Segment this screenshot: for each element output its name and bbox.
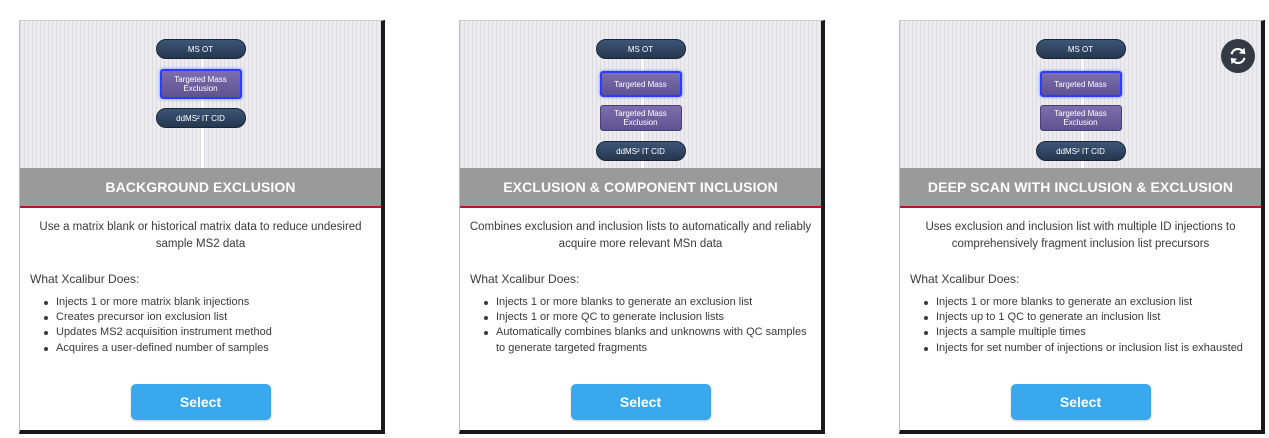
what-xcalibur-does-heading: What Xcalibur Does: [30, 272, 140, 286]
feature-list: Injects 1 or more blanks to generate an … [482, 295, 807, 356]
node-targeted-mass: Targeted Mass [599, 71, 682, 97]
feature-list: Injects 1 or more matrix blank injection… [42, 295, 367, 356]
select-button[interactable]: Select [1010, 384, 1151, 420]
node-ddms2-it-cid: ddMS² IT CID [1035, 141, 1126, 161]
what-xcalibur-does-heading: What Xcalibur Does: [470, 272, 580, 286]
list-item: Injects for set number of injections or … [922, 341, 1247, 356]
workflow-card-background-exclusion: MS OT Targeted Mass Exclusion ddMS² IT C… [19, 20, 385, 434]
card-title: EXCLUSION & COMPONENT INCLUSION [460, 168, 821, 208]
list-item: Automatically combines blanks and unknow… [482, 325, 807, 355]
refresh-icon [1230, 47, 1246, 65]
list-item: Acquires a user-defined number of sample… [42, 341, 367, 356]
list-item: Injects 1 or more blanks to generate an … [922, 295, 1247, 310]
card-title: BACKGROUND EXCLUSION [20, 168, 381, 208]
list-item: Injects a sample multiple times [922, 325, 1247, 340]
node-targeted-mass-exclusion: Targeted Mass Exclusion [1039, 105, 1122, 131]
node-ms-ot: MS OT [1035, 39, 1126, 59]
list-item: Creates precursor ion exclusion list [42, 310, 367, 325]
list-item: Injects 1 or more QC to generate inclusi… [482, 310, 807, 325]
card-description: Uses exclusion and inclusion list with m… [925, 221, 1236, 250]
select-button[interactable]: Select [570, 384, 711, 420]
refresh-button[interactable] [1221, 39, 1255, 73]
list-item: Updates MS2 acquisition instrument metho… [42, 325, 367, 340]
list-item: Injects 1 or more blanks to generate an … [482, 295, 807, 310]
node-ms-ot: MS OT [595, 39, 686, 59]
method-diagram: MS OT Targeted Mass Exclusion ddMS² IT C… [20, 21, 381, 169]
card-title: DEEP SCAN WITH INCLUSION & EXCLUSION [900, 168, 1261, 208]
method-diagram: MS OT Targeted Mass Targeted Mass Exclus… [900, 21, 1261, 169]
feature-list: Injects 1 or more blanks to generate an … [922, 295, 1247, 356]
node-ddms2-it-cid: ddMS² IT CID [595, 141, 686, 161]
node-targeted-mass: Targeted Mass [1039, 71, 1122, 97]
what-xcalibur-does-heading: What Xcalibur Does: [910, 272, 1020, 286]
method-diagram: MS OT Targeted Mass Targeted Mass Exclus… [460, 21, 821, 169]
list-item: Injects up to 1 QC to generate an inclus… [922, 310, 1247, 325]
node-targeted-mass-exclusion: Targeted Mass Exclusion [599, 105, 682, 131]
node-ms-ot: MS OT [155, 39, 246, 59]
workflow-card-deep-scan: MS OT Targeted Mass Targeted Mass Exclus… [899, 20, 1265, 434]
node-ddms2-it-cid: ddMS² IT CID [155, 108, 246, 128]
card-description: Use a matrix blank or historical matrix … [39, 221, 362, 250]
workflow-card-exclusion-component-inclusion: MS OT Targeted Mass Targeted Mass Exclus… [459, 20, 825, 434]
card-description: Combines exclusion and inclusion lists t… [469, 221, 812, 250]
select-button[interactable]: Select [130, 384, 271, 420]
list-item: Injects 1 or more matrix blank injection… [42, 295, 367, 310]
node-targeted-mass-exclusion: Targeted Mass Exclusion [159, 69, 242, 99]
